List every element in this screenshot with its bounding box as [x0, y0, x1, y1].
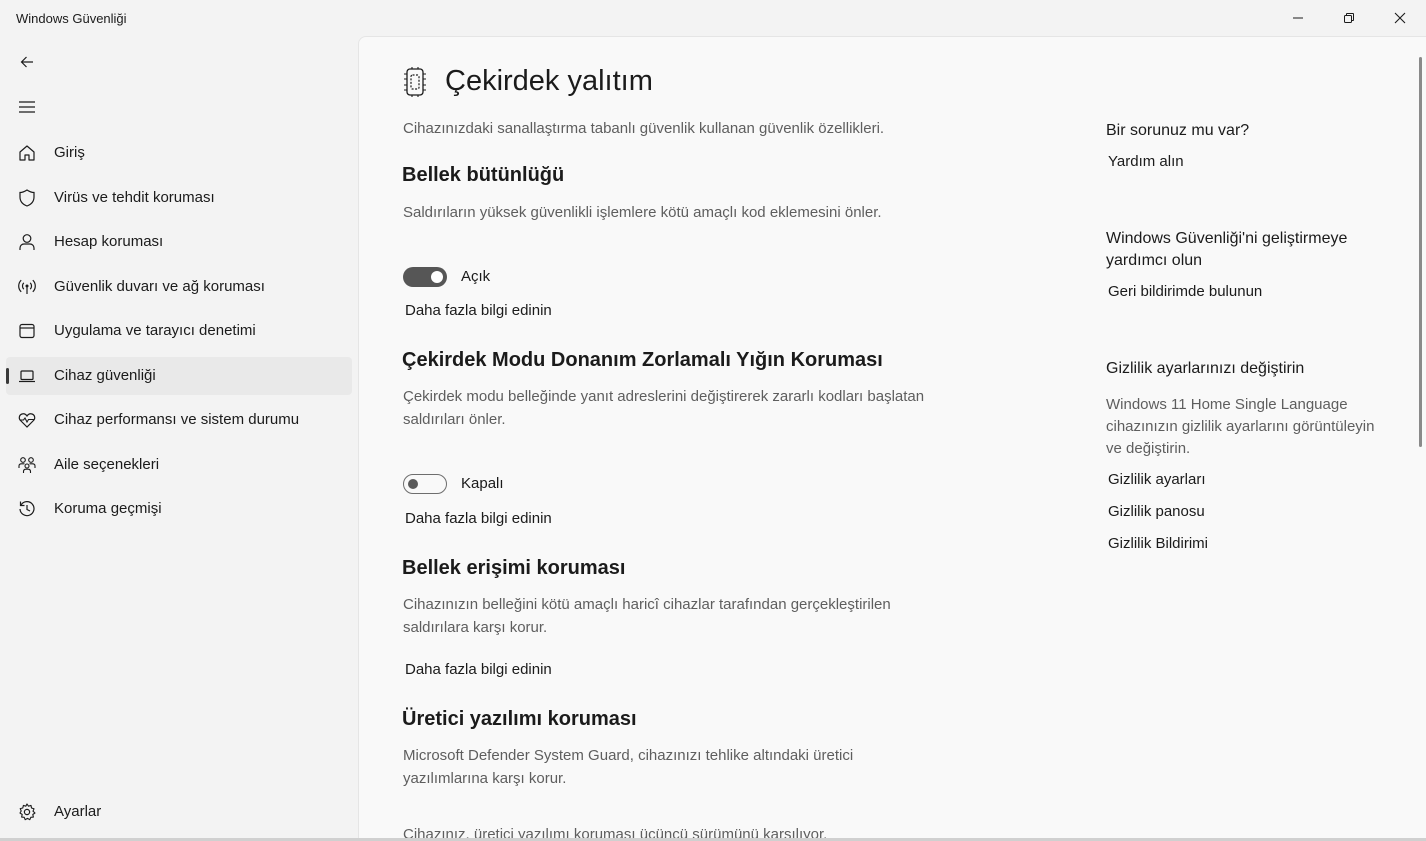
sidebar-item-device-security[interactable]: Cihaz güvenliği [6, 357, 352, 395]
wifi-antenna-icon [18, 279, 36, 294]
sidebar-item-label: Uygulama ve tarayıcı denetimi [54, 322, 256, 339]
section-title-firmware-protection: Üretici yazılımı koruması [402, 708, 637, 730]
sidebar-item-device-performance[interactable]: Cihaz performansı ve sistem durumu [6, 401, 352, 439]
back-button[interactable] [10, 45, 44, 79]
sidebar-item-virus-protection[interactable]: Virüs ve tehdit koruması [6, 179, 352, 217]
sidebar-item-account-protection[interactable]: Hesap koruması [6, 223, 352, 261]
sidebar-item-label: Virüs ve tehdit koruması [54, 189, 215, 206]
feedback-title: Windows Güvenliği'ni geliştirmeye yardım… [1106, 230, 1348, 269]
app-window-icon [19, 323, 35, 339]
main-content: Çekirdek yalıtım Cihazınızdaki sanallaşt… [358, 36, 1426, 841]
section-title-memory-access-protection: Bellek erişimi koruması [402, 557, 626, 579]
sidebar-item-label: Koruma geçmişi [54, 500, 162, 517]
sidebar-item-label: Güvenlik duvarı ve ağ koruması [54, 278, 265, 295]
core-isolation-chip-icon [404, 67, 426, 97]
stack-protection-toggle[interactable] [403, 474, 447, 494]
restore-icon [1344, 13, 1354, 23]
window-title: Windows Güvenliği [16, 11, 127, 26]
laptop-icon [19, 370, 35, 383]
close-button[interactable] [1375, 0, 1425, 36]
privacy-dashboard-link[interactable]: Gizlilik panosu [1108, 503, 1205, 520]
sidebar-item-family-options[interactable]: Aile seçenekleri [6, 446, 352, 484]
section-description: Microsoft Defender System Guard, cihazın… [403, 747, 854, 787]
sidebar-item-settings[interactable]: Ayarlar [6, 793, 352, 831]
sidebar-item-protection-history[interactable]: Koruma geçmişi [6, 490, 352, 528]
menu-button[interactable] [10, 90, 44, 124]
gear-icon [19, 803, 36, 821]
history-icon [19, 501, 35, 517]
selection-indicator [6, 368, 9, 384]
sidebar-item-home[interactable]: Giriş [6, 134, 352, 172]
back-arrow-icon [20, 56, 33, 68]
learn-more-link[interactable]: Daha fazla bilgi edinin [405, 302, 552, 319]
sidebar-item-firewall[interactable]: Güvenlik duvarı ve ağ koruması [6, 268, 352, 306]
page-description: Cihazınızdaki sanallaştırma tabanlı güve… [403, 120, 885, 137]
learn-more-link[interactable]: Daha fazla bilgi edinin [405, 661, 552, 678]
privacy-statement-link[interactable]: Gizlilik Bildirimi [1108, 535, 1208, 552]
privacy-settings-link[interactable]: Gizlilik ayarları [1108, 471, 1206, 488]
section-description: Cihazınızın belleğini kötü amaçlı haricî… [403, 596, 891, 636]
help-title: Bir sorunuz mu var? [1106, 122, 1250, 139]
toggle-state-label: Kapalı [461, 475, 504, 492]
section-title-stack-protection: Çekirdek Modu Donanım Zorlamalı Yığın Ko… [402, 349, 883, 371]
person-icon [19, 234, 35, 250]
sidebar-item-app-browser-control[interactable]: Uygulama ve tarayıcı denetimi [6, 312, 352, 350]
sidebar-item-label: Giriş [54, 144, 85, 161]
give-feedback-link[interactable]: Geri bildirimde bulunun [1108, 283, 1262, 300]
sidebar-item-label: Hesap koruması [54, 233, 164, 250]
get-help-link[interactable]: Yardım alın [1108, 153, 1184, 170]
vertical-scrollbar[interactable] [1419, 57, 1422, 447]
title-bar: Windows Güvenliği [0, 0, 1426, 36]
hamburger-menu-icon [19, 101, 35, 113]
restore-button[interactable] [1324, 0, 1374, 36]
home-icon [19, 145, 35, 161]
sidebar-item-label: Ayarlar [54, 803, 102, 820]
section-description: Çekirdek modu belleğinde yanıt adresleri… [403, 388, 925, 428]
minimize-icon [1293, 17, 1303, 19]
minimize-button[interactable] [1273, 0, 1323, 36]
shield-icon [19, 189, 35, 207]
toggle-state-label: Açık [461, 268, 491, 285]
heart-pulse-icon [18, 413, 36, 428]
sidebar-item-label: Cihaz performansı ve sistem durumu [54, 411, 300, 428]
section-title-memory-integrity: Bellek bütünlüğü [402, 164, 565, 186]
page-title: Çekirdek yalıtım [445, 65, 653, 97]
learn-more-link[interactable]: Daha fazla bilgi edinin [405, 510, 552, 527]
section-description: Saldırıların yüksek güvenlikli işlemlere… [403, 204, 882, 221]
memory-integrity-toggle[interactable] [403, 267, 447, 287]
sidebar-item-label: Cihaz güvenliği [54, 367, 156, 384]
sidebar-item-label: Aile seçenekleri [54, 456, 160, 473]
navigation-sidebar: Giriş Virüs ve tehdit koruması Hesap kor… [0, 36, 358, 841]
family-icon [18, 457, 36, 473]
close-icon [1394, 12, 1406, 24]
privacy-title: Gizlilik ayarlarınızı değiştirin [1106, 360, 1305, 377]
privacy-description: Windows 11 Home Single Language cihazını… [1106, 396, 1375, 457]
